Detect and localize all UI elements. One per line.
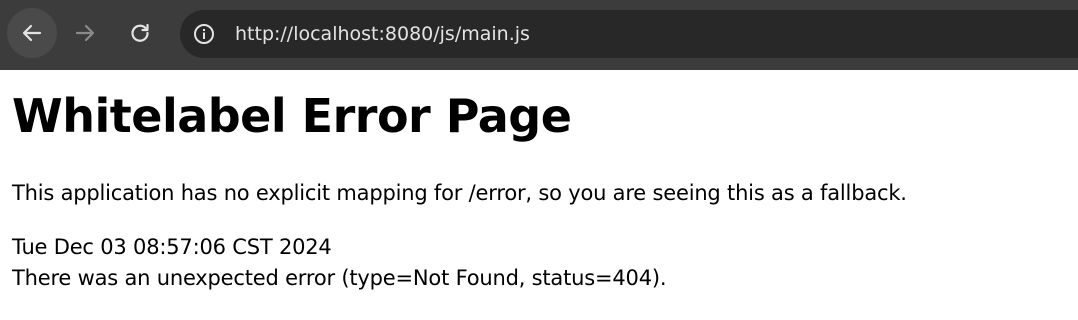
error-timestamp: Tue Dec 03 08:57:06 CST 2024 <box>12 235 332 259</box>
error-details: Tue Dec 03 08:57:06 CST 2024 There was a… <box>12 232 667 294</box>
page-title: Whitelabel Error Page <box>12 89 572 143</box>
error-status-text: There was an unexpected error (type=Not … <box>12 266 667 290</box>
url-text[interactable]: http://localhost:8080/js/main.js <box>235 10 530 58</box>
reload-icon <box>131 23 149 42</box>
reload-button[interactable] <box>115 8 165 58</box>
arrow-left-icon <box>22 24 42 42</box>
error-message: This application has no explicit mapping… <box>12 181 907 205</box>
browser-toolbar: http://localhost:8080/js/main.js <box>0 0 1078 70</box>
info-icon[interactable] <box>193 23 215 45</box>
forward-button[interactable] <box>60 8 110 58</box>
back-button[interactable] <box>7 8 57 58</box>
address-bar[interactable]: http://localhost:8080/js/main.js <box>180 10 1078 58</box>
arrow-right-icon <box>75 24 95 42</box>
